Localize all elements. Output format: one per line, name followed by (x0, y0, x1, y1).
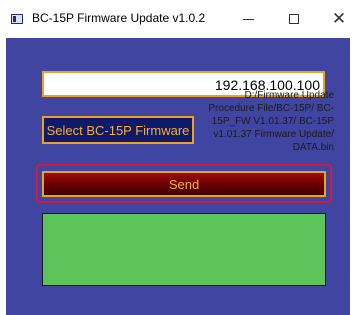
minimize-icon (242, 18, 254, 20)
firmware-path-label: D:/Firmware Update Procedure File/BC-15P… (208, 90, 334, 153)
minimize-button[interactable] (226, 0, 270, 38)
app-window: BC-15P Firmware Update v1.0.2 ✕ D:/Firmw… (0, 0, 357, 315)
maximize-icon (289, 14, 299, 24)
maximize-button[interactable] (272, 0, 316, 38)
app-icon (11, 14, 23, 24)
status-panel (42, 213, 326, 286)
title-bar[interactable]: BC-15P Firmware Update v1.0.2 ✕ (0, 0, 357, 38)
window-title: BC-15P Firmware Update v1.0.2 (32, 11, 206, 25)
close-icon: ✕ (331, 8, 347, 29)
send-button[interactable]: Send (42, 171, 326, 197)
close-button[interactable]: ✕ (317, 0, 357, 38)
select-firmware-button[interactable]: Select BC-15P Firmware (42, 116, 194, 144)
main-panel: D:/Firmware Update Procedure File/BC-15P… (6, 38, 350, 315)
